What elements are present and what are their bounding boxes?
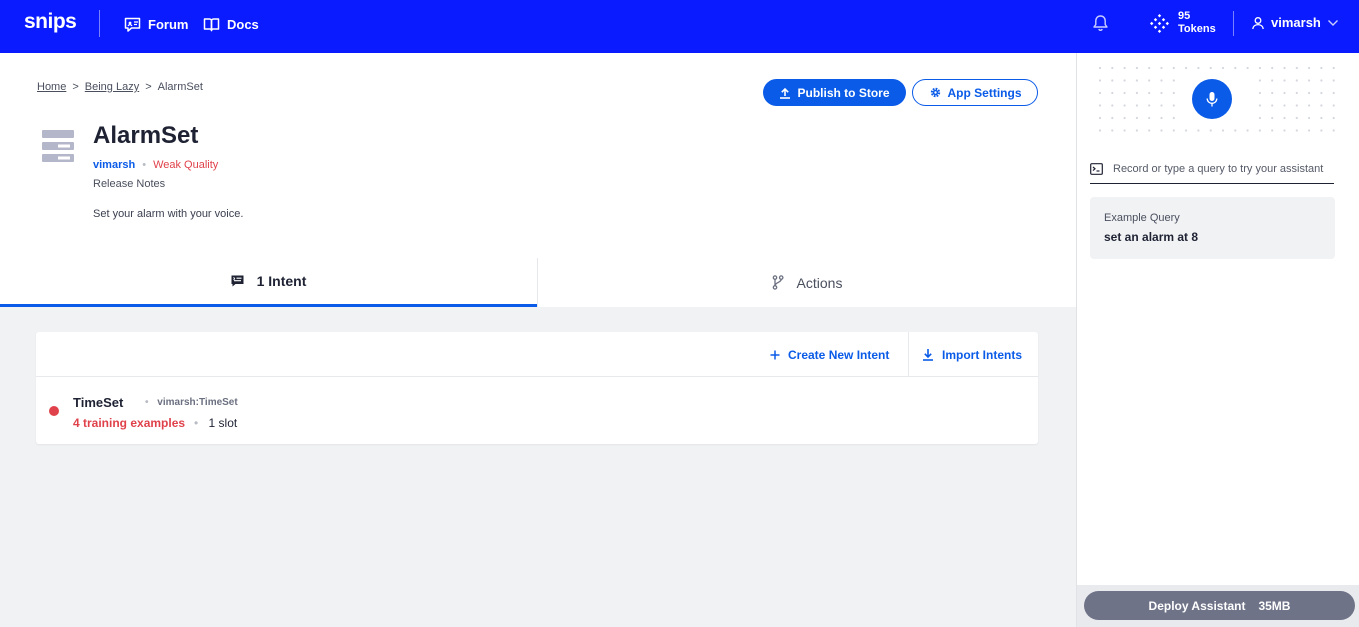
breadcrumb-separator: > [145, 81, 152, 93]
tab-intents[interactable]: 1 Intent [0, 258, 537, 307]
publish-to-store-button[interactable]: Publish to Store [763, 79, 906, 106]
user-divider [1233, 11, 1234, 36]
chevron-down-icon [1327, 19, 1338, 26]
snips-logo[interactable]: snips [24, 10, 77, 34]
upload-icon [780, 87, 791, 99]
deploy-assistant-button[interactable]: Deploy Assistant 35MB [1084, 591, 1355, 620]
intents-card: Create New Intent Import Intents TimeSet… [36, 332, 1038, 444]
microphone-button[interactable] [1192, 79, 1232, 119]
nav-docs[interactable]: Docs [203, 15, 259, 33]
username: vimarsh [1271, 15, 1321, 30]
intent-id: • vimarsh:TimeSet [145, 397, 238, 408]
branch-icon [772, 275, 784, 290]
intent-name: TimeSet [73, 395, 124, 410]
intent-slots: • 1 slot [194, 416, 237, 430]
user-menu[interactable]: vimarsh [1251, 15, 1345, 30]
example-query-text: set an alarm at 8 [1104, 230, 1199, 244]
tab-intents-label: 1 Intent [256, 273, 307, 289]
intent-training-examples: 4 training examples [73, 416, 186, 430]
create-intent-label: Create New Intent [788, 347, 890, 362]
nav-docs-label: Docs [227, 16, 259, 32]
nav-forum[interactable]: Forum [124, 15, 188, 33]
example-query-card[interactable]: Example Query set an alarm at 8 [1090, 197, 1335, 259]
top-navigation-bar: snips Forum Docs 95 Tokens vimarsh [0, 0, 1359, 53]
tokens-icon [1150, 13, 1169, 33]
deploy-area: Deploy Assistant 35MB [1076, 585, 1359, 627]
quality-badge: Weak Quality [153, 159, 219, 171]
intent-status-dot [49, 406, 59, 416]
intent-slots-text: 1 slot [208, 416, 238, 430]
tab-actions[interactable]: Actions [537, 258, 1076, 307]
app-header: Home > Being Lazy > AlarmSet Publish to … [0, 53, 1076, 307]
tab-actions-label: Actions [796, 274, 843, 291]
deploy-label: Deploy Assistant [1148, 598, 1246, 613]
toolbar-divider [908, 332, 909, 377]
breadcrumb-current: AlarmSet [157, 81, 203, 93]
microphone-icon [1206, 91, 1218, 106]
app-meta: vimarsh • Weak Quality [93, 159, 218, 171]
meta-separator: • [142, 159, 147, 171]
terminal-icon [1090, 162, 1103, 175]
settings-label: App Settings [947, 85, 1022, 100]
deploy-size: 35MB [1258, 598, 1291, 613]
nav-forum-label: Forum [148, 16, 189, 32]
breadcrumb-assistant[interactable]: Being Lazy [85, 81, 139, 93]
tokens-label: Tokens [1178, 23, 1216, 35]
intent-id-text: vimarsh:TimeSet [157, 397, 238, 408]
release-notes-link[interactable]: Release Notes [93, 178, 165, 190]
app-settings-button[interactable]: App Settings [912, 79, 1038, 106]
import-intents-button[interactable]: Import Intents [922, 332, 1022, 377]
notifications-bell-icon[interactable] [1092, 14, 1109, 32]
app-title: AlarmSet [93, 122, 199, 149]
breadcrumb-home[interactable]: Home [37, 81, 66, 93]
app-description: Set your alarm with your voice. [93, 208, 244, 220]
user-icon [1252, 16, 1264, 29]
publish-label: Publish to Store [797, 85, 890, 100]
intent-icon [231, 275, 244, 287]
intents-toolbar: Create New Intent Import Intents [36, 332, 1038, 377]
meta-separator: • [145, 397, 149, 408]
example-query-label: Example Query [1104, 212, 1180, 224]
query-input[interactable] [1113, 162, 1333, 175]
assistant-test-panel: Example Query set an alarm at 8 [1076, 53, 1359, 585]
intent-row[interactable]: TimeSet • vimarsh:TimeSet 4 training exa… [36, 378, 1038, 444]
gear-icon [930, 87, 940, 98]
book-icon [203, 17, 220, 31]
plus-icon [770, 350, 780, 359]
breadcrumb: Home > Being Lazy > AlarmSet [37, 81, 203, 93]
app-icon [42, 130, 74, 162]
tokens-counter[interactable]: 95 Tokens [1150, 9, 1216, 37]
tokens-count: 95 [1178, 10, 1191, 22]
logo-divider [99, 10, 100, 37]
app-author[interactable]: vimarsh [93, 159, 135, 171]
query-input-field [1090, 154, 1334, 184]
create-new-intent-button[interactable]: Create New Intent [770, 332, 889, 377]
meta-separator: • [194, 416, 199, 430]
breadcrumb-separator: > [72, 81, 79, 93]
download-icon [923, 349, 933, 361]
import-intents-label: Import Intents [942, 347, 1022, 362]
tabs: 1 Intent Actions [0, 258, 1076, 307]
forum-icon [124, 17, 141, 32]
